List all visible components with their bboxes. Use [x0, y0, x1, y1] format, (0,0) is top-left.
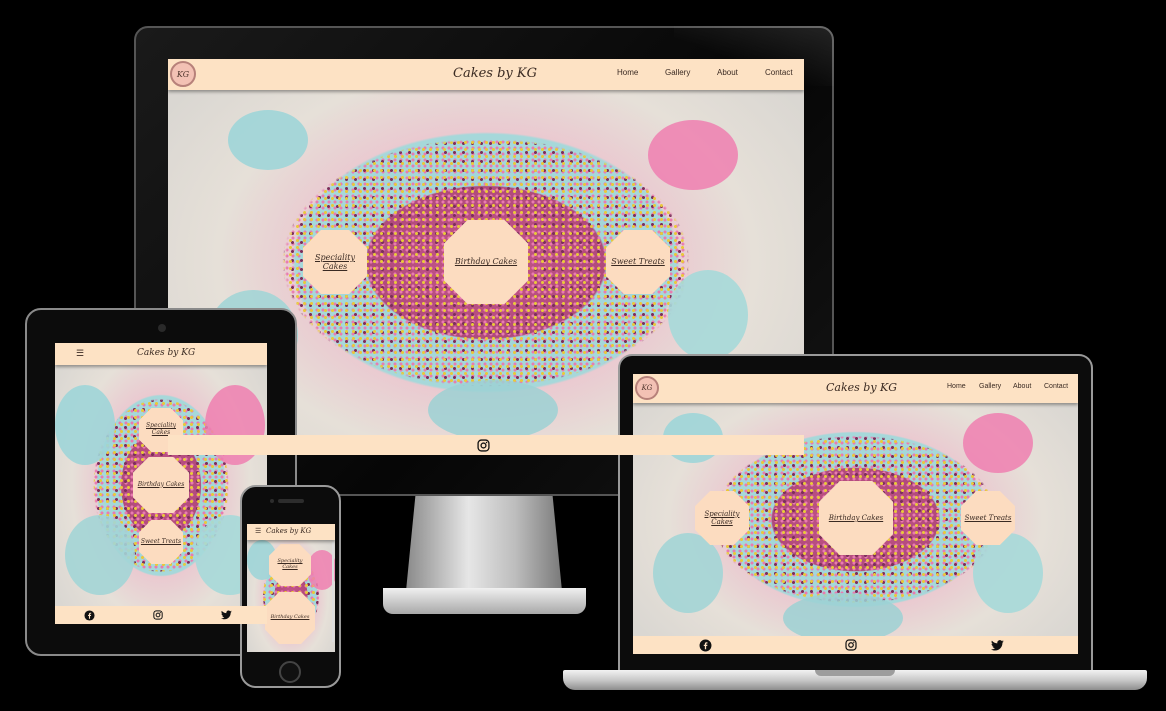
category-speciality-cakes[interactable]: Speciality Cakes	[695, 491, 749, 545]
nav-about[interactable]: About	[717, 68, 738, 77]
instagram-icon[interactable]	[476, 438, 490, 452]
hero-image: Speciality Cakes Birthday Cakes	[247, 540, 335, 652]
category-speciality-cakes[interactable]: Speciality Cakes	[303, 230, 367, 294]
nav-gallery[interactable]: Gallery	[665, 68, 690, 77]
footer	[55, 606, 267, 624]
phone: ☰ Cakes by KG Speciality Cakes Birthday C…	[240, 485, 341, 688]
navbar: KG Cakes by KG Home Gallery About Contac…	[168, 59, 804, 90]
category-sweet-treats[interactable]: Sweet Treats	[961, 491, 1015, 545]
hero-image: Speciality Cakes Birthday Cakes Sweet Tre…	[55, 365, 267, 606]
category-birthday-cakes[interactable]: Birthday Cakes	[265, 592, 315, 644]
navbar: ☰ Cakes by KG	[55, 343, 267, 365]
category-speciality-cakes[interactable]: Speciality Cakes	[269, 544, 311, 586]
brand-title[interactable]: Cakes by KG	[453, 66, 537, 81]
laptop: KG Cakes by KG Home Gallery About Contac…	[618, 354, 1093, 672]
logo[interactable]: KG	[635, 376, 659, 400]
nav-about[interactable]: About	[1013, 383, 1031, 390]
nav-home[interactable]: Home	[947, 383, 966, 390]
category-birthday-cakes[interactable]: Birthday Cakes	[444, 220, 528, 304]
laptop-site: KG Cakes by KG Home Gallery About Contac…	[633, 374, 1078, 654]
navbar: ☰ Cakes by KG	[247, 524, 335, 540]
footer	[168, 435, 804, 455]
menu-icon[interactable]: ☰	[255, 527, 261, 535]
category-sweet-treats[interactable]: Sweet Treats	[606, 230, 670, 294]
brand-title[interactable]: Cakes by KG	[266, 527, 311, 535]
facebook-icon[interactable]	[698, 638, 712, 652]
monitor-stand	[406, 496, 562, 591]
twitter-icon[interactable]	[990, 638, 1004, 652]
nav-contact[interactable]: Contact	[1044, 383, 1068, 390]
logo[interactable]: KG	[170, 61, 196, 87]
nav-home[interactable]: Home	[617, 68, 638, 77]
brand-title[interactable]: Cakes by KG	[826, 381, 897, 394]
facebook-icon[interactable]	[83, 609, 95, 621]
instagram-icon[interactable]	[844, 638, 858, 652]
category-sweet-treats[interactable]: Sweet Treats	[139, 520, 183, 564]
scrollbar[interactable]	[332, 542, 334, 642]
footer	[633, 636, 1078, 654]
nav-contact[interactable]: Contact	[765, 68, 793, 77]
menu-icon[interactable]: ☰	[76, 348, 84, 359]
twitter-icon[interactable]	[220, 609, 232, 621]
tablet-site: ☰ Cakes by KG Speciality Cakes Birthday C…	[55, 343, 267, 624]
monitor-base	[383, 588, 586, 614]
nav-gallery[interactable]: Gallery	[979, 383, 1001, 390]
instagram-icon[interactable]	[152, 609, 164, 621]
phone-site: ☰ Cakes by KG Speciality Cakes Birthday C…	[247, 524, 335, 652]
category-birthday-cakes[interactable]: Birthday Cakes	[819, 481, 893, 555]
brand-title[interactable]: Cakes by KG	[137, 348, 195, 358]
navbar: KG Cakes by KG Home Gallery About Contac…	[633, 374, 1078, 403]
home-button[interactable]	[279, 661, 301, 683]
category-birthday-cakes[interactable]: Birthday Cakes	[133, 457, 189, 513]
